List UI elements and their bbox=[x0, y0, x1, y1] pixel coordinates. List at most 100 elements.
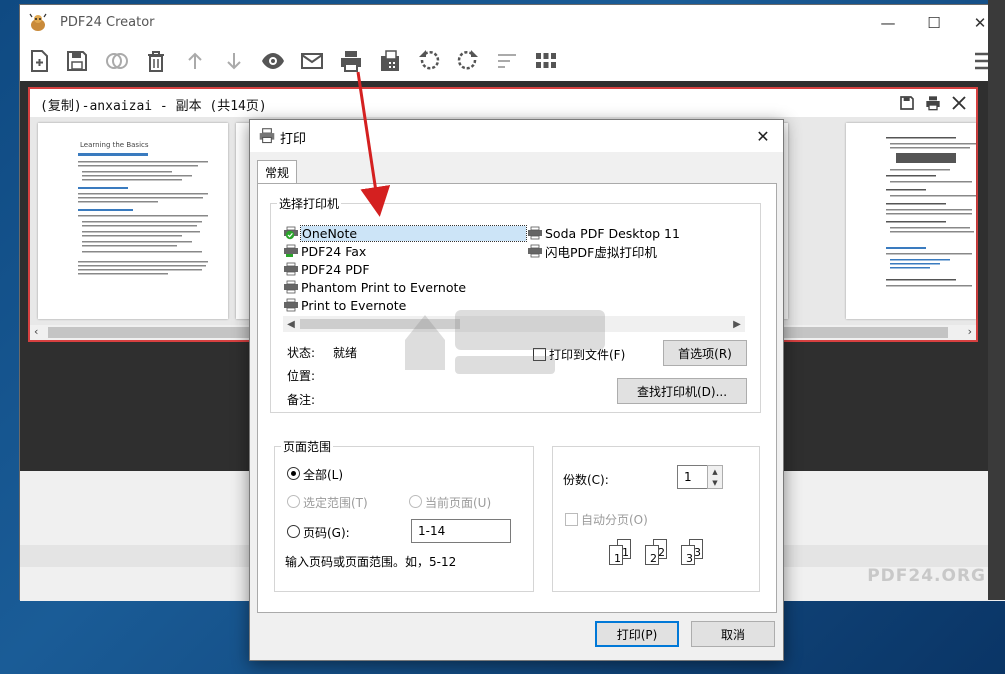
brand-logo: PDF24.ORG bbox=[867, 566, 986, 586]
merge-icon bbox=[106, 53, 128, 69]
print-dialog: 打印 ✕ 常规 选择打印机 OneNote PDF24 Fax PDF24 PD… bbox=[249, 119, 784, 661]
move-down-button[interactable] bbox=[219, 47, 249, 75]
printer-item-soda-pdf[interactable]: Soda PDF Desktop 11 bbox=[527, 224, 680, 242]
copies-label: 份数(C): bbox=[563, 473, 609, 487]
minimize-button[interactable]: — bbox=[866, 9, 910, 37]
close-icon bbox=[952, 96, 966, 110]
collate-sheet: 2 bbox=[645, 545, 659, 565]
pages-input[interactable]: 1-14 bbox=[411, 519, 511, 543]
current-page-label: 当前页面(U) bbox=[425, 496, 492, 510]
grid-icon bbox=[536, 53, 556, 68]
dialog-close-button[interactable]: ✕ bbox=[749, 124, 777, 148]
scroll-left-icon[interactable]: ‹ bbox=[34, 325, 38, 338]
scroll-right-icon[interactable]: › bbox=[968, 325, 972, 338]
printer-item-phantom-evernote[interactable]: Phantom Print to Evernote bbox=[283, 278, 466, 296]
preview-button[interactable] bbox=[258, 47, 288, 75]
printer-item-onenote[interactable]: OneNote bbox=[283, 224, 527, 242]
copies-group: 份数(C): 1 ▲ ▼ 自动分页(O) 1 1 2 2 3 3 bbox=[552, 446, 760, 592]
print-button[interactable] bbox=[336, 47, 366, 75]
printer-item-pdf24-pdf[interactable]: PDF24 PDF bbox=[283, 260, 370, 278]
app-title: PDF24 Creator bbox=[60, 15, 155, 30]
copies-input[interactable]: 1 bbox=[677, 465, 709, 489]
new-file-icon bbox=[31, 50, 48, 72]
save-icon bbox=[900, 96, 914, 110]
doc-save-button[interactable] bbox=[896, 93, 918, 113]
printer-list-scrollbar[interactable]: ◀ ▶ bbox=[283, 316, 745, 332]
merge-button[interactable] bbox=[102, 47, 132, 75]
spin-up-icon[interactable]: ▲ bbox=[708, 466, 722, 477]
find-printer-button[interactable]: 查找打印机(D)... bbox=[617, 378, 747, 404]
printer-icon bbox=[284, 280, 298, 294]
page-thumbnail[interactable]: Learning the Basics bbox=[38, 123, 228, 319]
printer-name: Phantom Print to Evernote bbox=[301, 279, 467, 295]
pages-hint: 输入页码或页面范围。如，5-12 bbox=[285, 555, 457, 569]
doc-close-button[interactable] bbox=[948, 93, 970, 113]
move-up-button[interactable] bbox=[180, 47, 210, 75]
email-button[interactable] bbox=[297, 47, 327, 75]
status-label: 状态: bbox=[287, 346, 316, 360]
printer-icon bbox=[284, 298, 298, 312]
spin-down-icon[interactable]: ▼ bbox=[708, 477, 722, 488]
thumb-text-lines bbox=[78, 153, 208, 275]
pdf24-logo-icon bbox=[29, 13, 47, 31]
printer-icon bbox=[528, 244, 542, 258]
selection-radio[interactable] bbox=[287, 495, 300, 508]
app-titlebar: PDF24 Creator — ☐ ✕ bbox=[20, 5, 1005, 41]
save-button[interactable] bbox=[62, 47, 92, 75]
sort-button[interactable] bbox=[492, 47, 522, 75]
comment-label: 备注: bbox=[287, 393, 316, 407]
delete-icon bbox=[148, 51, 164, 72]
preferences-button[interactable]: 首选项(R) bbox=[663, 340, 747, 366]
rotate-right-icon bbox=[457, 50, 478, 70]
page-thumbnail[interactable] bbox=[846, 123, 976, 319]
preview-icon bbox=[262, 53, 284, 69]
printer-name: PDF24 Fax bbox=[301, 243, 367, 259]
move-up-icon bbox=[188, 52, 202, 69]
thumb-text-lines bbox=[886, 137, 976, 287]
cancel-button[interactable]: 取消 bbox=[691, 621, 775, 647]
delete-button[interactable] bbox=[141, 47, 171, 75]
collate-label: 自动分页(O) bbox=[581, 513, 648, 527]
scroll-left-icon[interactable]: ◀ bbox=[283, 316, 299, 332]
current-page-radio[interactable] bbox=[409, 495, 422, 508]
dialog-titlebar: 打印 ✕ bbox=[250, 120, 783, 152]
pages-radio[interactable] bbox=[287, 525, 300, 538]
scrollbar-thumb[interactable] bbox=[300, 319, 460, 329]
collate-sheet: 1 bbox=[609, 545, 623, 565]
copies-spinner[interactable]: ▲ ▼ bbox=[707, 465, 723, 489]
new-file-button[interactable] bbox=[24, 47, 54, 75]
print-icon bbox=[341, 51, 361, 72]
printer-item-shandian-pdf[interactable]: 闪电PDF虚拟打印机 bbox=[527, 242, 657, 260]
collate-sheet: 3 bbox=[681, 545, 695, 565]
tab-general[interactable]: 常规 bbox=[257, 160, 297, 184]
window-edge bbox=[988, 0, 1005, 600]
maximize-button[interactable]: ☐ bbox=[912, 9, 956, 37]
page-range-group: 页面范围 全部(L) 选定范围(T) 当前页面(U) 页码(G): 1-14 输… bbox=[274, 438, 534, 592]
close-icon: ✕ bbox=[973, 14, 987, 32]
grid-view-button[interactable] bbox=[531, 47, 561, 75]
printer-item-pdf24-fax[interactable]: PDF24 Fax bbox=[283, 242, 366, 260]
printer-item-print-to-evernote[interactable]: Print to Evernote bbox=[283, 296, 406, 314]
email-icon bbox=[301, 53, 323, 69]
print-to-file-checkbox[interactable] bbox=[533, 348, 546, 361]
select-printer-label: 选择打印机 bbox=[277, 195, 342, 212]
collate-checkbox[interactable] bbox=[565, 513, 578, 526]
maximize-icon: ☐ bbox=[927, 14, 941, 32]
printer-name: PDF24 PDF bbox=[301, 261, 370, 277]
printer-icon bbox=[259, 128, 275, 144]
collate-illustration: 1 1 2 2 3 3 bbox=[609, 539, 719, 579]
all-pages-radio[interactable] bbox=[287, 467, 300, 480]
rotate-left-button[interactable] bbox=[414, 47, 444, 75]
print-button[interactable]: 打印(P) bbox=[595, 621, 679, 647]
printer-icon bbox=[284, 244, 298, 257]
fax-button[interactable] bbox=[375, 47, 405, 75]
selection-label: 选定范围(T) bbox=[303, 496, 368, 510]
select-printer-group: 选择打印机 OneNote PDF24 Fax PDF24 PDF Phanto… bbox=[270, 195, 761, 413]
document-header: (复制)-anxaizai - 副本 (共14页) bbox=[30, 89, 976, 117]
scroll-right-icon[interactable]: ▶ bbox=[729, 316, 745, 332]
rotate-right-button[interactable] bbox=[453, 47, 483, 75]
doc-print-button[interactable] bbox=[922, 93, 944, 113]
printer-name: Print to Evernote bbox=[301, 297, 407, 313]
printer-name: Soda PDF Desktop 11 bbox=[545, 225, 680, 241]
printer-name: 闪电PDF虚拟打印机 bbox=[545, 244, 657, 260]
